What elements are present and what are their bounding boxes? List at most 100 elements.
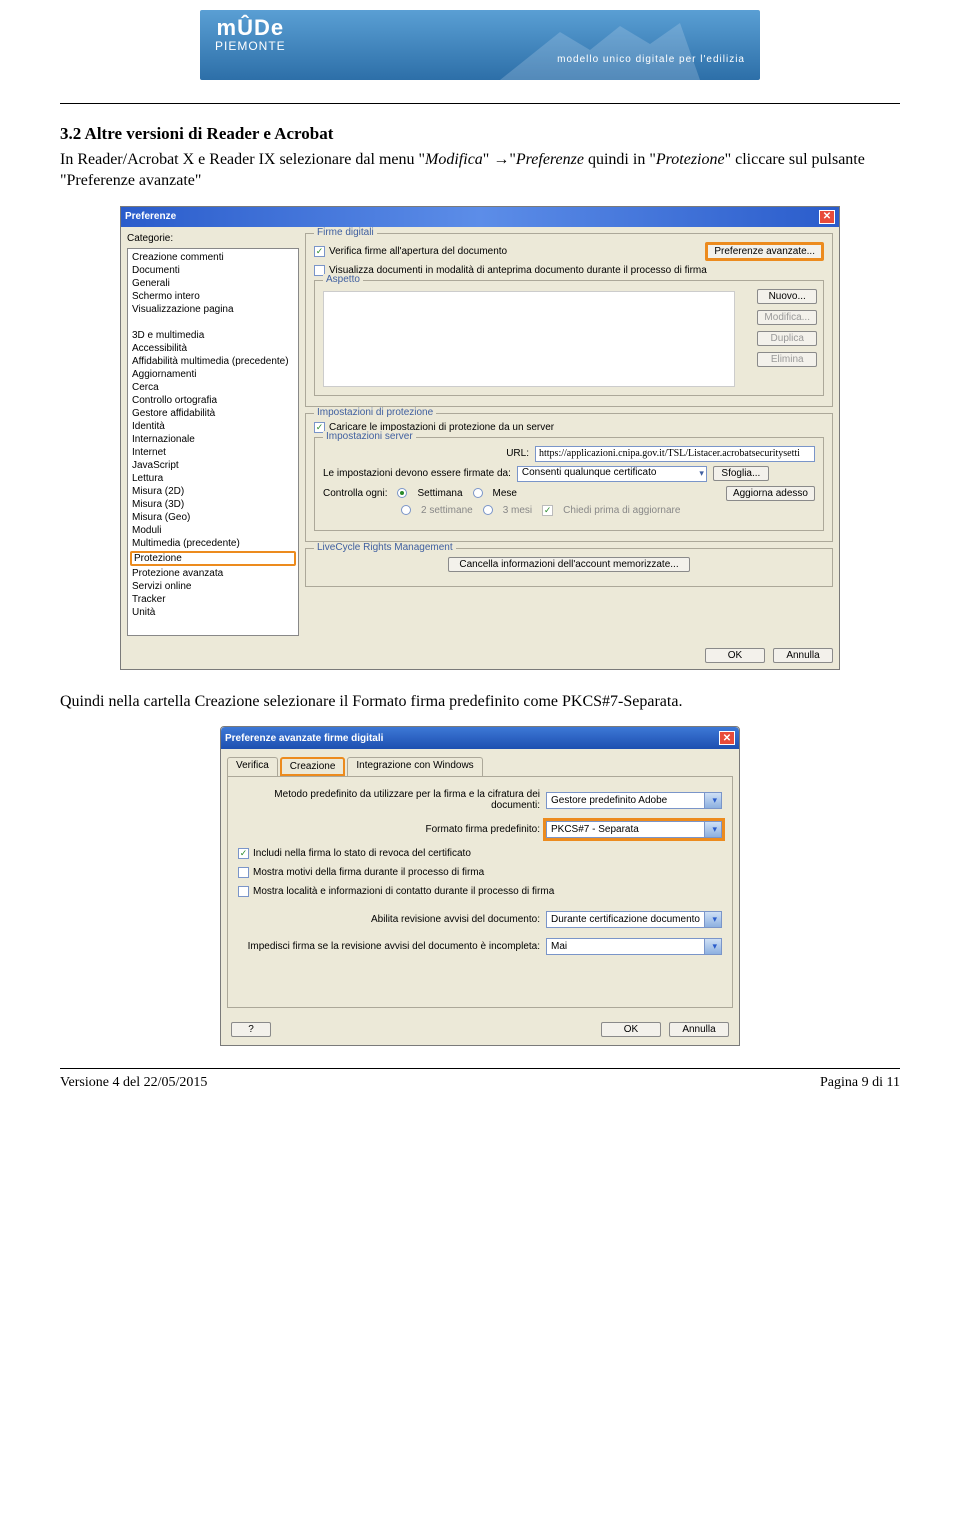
default-method-select[interactable]: Gestore predefinito Adobe: [546, 792, 722, 809]
category-item[interactable]: Aggiornamenti: [128, 368, 298, 381]
paragraph-1: In Reader/Acrobat X e Reader IX selezion…: [60, 150, 900, 192]
category-item[interactable]: JavaScript: [128, 459, 298, 472]
checkbox-label: Includi nella firma lo stato di revoca d…: [253, 848, 471, 859]
ok-button[interactable]: OK: [601, 1022, 661, 1037]
modify-button: Modifica...: [757, 310, 817, 325]
category-item[interactable]: Misura (2D): [128, 485, 298, 498]
ok-button[interactable]: OK: [705, 648, 765, 663]
radio-month[interactable]: [473, 488, 483, 498]
radio-3months[interactable]: [483, 505, 493, 515]
page-footer: Versione 4 del 22/05/2015 Pagina 9 di 11: [60, 1068, 900, 1091]
help-button[interactable]: ?: [231, 1022, 271, 1037]
category-item[interactable]: Internazionale: [128, 433, 298, 446]
radio-label: Settimana: [417, 488, 462, 499]
duplicate-button: Duplica: [757, 331, 817, 346]
radio-label: 3 mesi: [503, 505, 532, 516]
group-legend: Impostazioni di protezione: [314, 407, 436, 418]
delete-button: Elimina: [757, 352, 817, 367]
category-item[interactable]: Affidabilità multimedia (precedente): [128, 355, 298, 368]
group-legend: Impostazioni server: [323, 431, 416, 442]
checkbox-show-location[interactable]: [238, 886, 249, 897]
update-now-button[interactable]: Aggiorna adesso: [726, 486, 815, 501]
category-item[interactable]: Accessibilità: [128, 342, 298, 355]
warnings-review-select[interactable]: Durante certificazione documento: [546, 911, 722, 928]
categories-list[interactable]: Creazione commentiDocumentiGeneraliScher…: [127, 248, 299, 636]
radio-label: Mese: [493, 488, 517, 499]
category-item[interactable]: Controllo ortografia: [128, 394, 298, 407]
default-method-label: Metodo predefinito da utilizzare per la …: [238, 789, 540, 811]
category-item[interactable]: Protezione: [130, 551, 296, 566]
category-item[interactable]: Misura (3D): [128, 498, 298, 511]
menu-name: Preferenze: [516, 151, 584, 168]
document-header: mÛDe PIEMONTE modello unico digitale per…: [60, 0, 900, 95]
window-title: Preferenze: [125, 211, 176, 222]
category-item[interactable]: Tracker: [128, 593, 298, 606]
cancel-button[interactable]: Annulla: [669, 1022, 729, 1037]
section-title: 3.2 Altre versioni di Reader e Acrobat: [60, 124, 900, 144]
category-item[interactable]: Identità: [128, 420, 298, 433]
footer-page: Pagina 9 di 11: [820, 1075, 900, 1091]
tab-strip: Verifica Creazione Integrazione con Wind…: [227, 757, 733, 776]
checkbox-include-revocation[interactable]: ✓: [238, 848, 249, 859]
category-item[interactable]: Protezione avanzata: [128, 567, 298, 580]
tab-creation[interactable]: Creazione: [280, 757, 346, 776]
warnings-review-label: Abilita revisione avvisi del documento:: [238, 914, 540, 925]
close-icon[interactable]: ✕: [719, 731, 735, 745]
category-item[interactable]: 3D e multimedia: [128, 329, 298, 342]
menu-name: Modifica: [425, 151, 483, 168]
radio-2weeks[interactable]: [401, 505, 411, 515]
default-format-select[interactable]: PKCS#7 - Separata: [546, 821, 722, 838]
checkbox-label: Verifica firme all'apertura del document…: [329, 246, 507, 257]
url-input[interactable]: https://applicazioni.cnipa.gov.it/TSL/Li…: [535, 446, 815, 462]
category-item[interactable]: Servizi online: [128, 580, 298, 593]
category-item[interactable]: Multimedia (precedente): [128, 537, 298, 550]
checkbox-label: Chiedi prima di aggiornare: [563, 505, 680, 516]
tab-windows-integration[interactable]: Integrazione con Windows: [347, 757, 482, 776]
category-item[interactable]: Gestore affidabilità: [128, 407, 298, 420]
prevent-signing-select[interactable]: Mai: [546, 938, 722, 955]
category-item[interactable]: Moduli: [128, 524, 298, 537]
category-item[interactable]: Misura (Geo): [128, 511, 298, 524]
radio-label: 2 settimane: [421, 505, 473, 516]
category-item[interactable]: Creazione commenti: [128, 251, 298, 264]
close-icon[interactable]: ✕: [819, 210, 835, 224]
tab-verify[interactable]: Verifica: [227, 757, 278, 776]
checkbox-ask-before-update: ✓: [542, 505, 553, 516]
category-item[interactable]: Internet: [128, 446, 298, 459]
signed-by-select[interactable]: Consenti qualunque certificato: [517, 466, 707, 482]
new-button[interactable]: Nuovo...: [757, 289, 817, 304]
screenshot-preferences: Preferenze ✕ Categorie: Creazione commen…: [120, 206, 840, 670]
checkbox-verify-on-open[interactable]: ✓: [314, 246, 325, 257]
category-item[interactable]: Unità: [128, 606, 298, 619]
logo-sub: PIEMONTE: [215, 39, 286, 53]
category-item[interactable]: Lettura: [128, 472, 298, 485]
footer-version: Versione 4 del 22/05/2015: [60, 1075, 207, 1091]
advanced-preferences-button[interactable]: Preferenze avanzate...: [705, 242, 824, 261]
category-item[interactable]: Visualizzazione pagina: [128, 303, 298, 316]
appearance-list: [323, 291, 735, 387]
clear-account-button[interactable]: Cancella informazioni dell'account memor…: [448, 557, 689, 572]
window-title: Preferenze avanzate firme digitali: [225, 733, 383, 744]
group-aspetto: Aspetto Nuovo... Modifica... Duplica Eli…: [314, 280, 824, 396]
checkbox-label: Mostra motivi della firma durante il pro…: [253, 867, 484, 878]
screenshot-advanced-prefs: Preferenze avanzate firme digitali ✕ Ver…: [220, 726, 740, 1046]
radio-week[interactable]: [397, 488, 407, 498]
signed-by-label: Le impostazioni devono essere firmate da…: [323, 468, 511, 479]
category-item[interactable]: Generali: [128, 277, 298, 290]
group-legend: Firme digitali: [314, 227, 377, 238]
group-firme-digitali: Firme digitali ✓ Verifica firme all'aper…: [305, 233, 833, 407]
text: " →": [483, 151, 516, 168]
category-item[interactable]: Documenti: [128, 264, 298, 277]
logo-banner: mÛDe PIEMONTE modello unico digitale per…: [200, 10, 760, 80]
category-item[interactable]: [128, 316, 298, 329]
group-security-settings: Impostazioni di protezione ✓ Caricare le…: [305, 413, 833, 542]
cancel-button[interactable]: Annulla: [773, 648, 833, 663]
checkbox-label: Visualizza documenti in modalità di ante…: [329, 265, 707, 276]
text: quindi in ": [584, 151, 656, 168]
browse-button[interactable]: Sfoglia...: [713, 466, 769, 481]
category-item[interactable]: Cerca: [128, 381, 298, 394]
window-titlebar: Preferenze avanzate firme digitali ✕: [221, 727, 739, 749]
group-server-settings: Impostazioni server URL: https://applica…: [314, 437, 824, 531]
category-item[interactable]: Schermo intero: [128, 290, 298, 303]
checkbox-show-reasons[interactable]: [238, 867, 249, 878]
